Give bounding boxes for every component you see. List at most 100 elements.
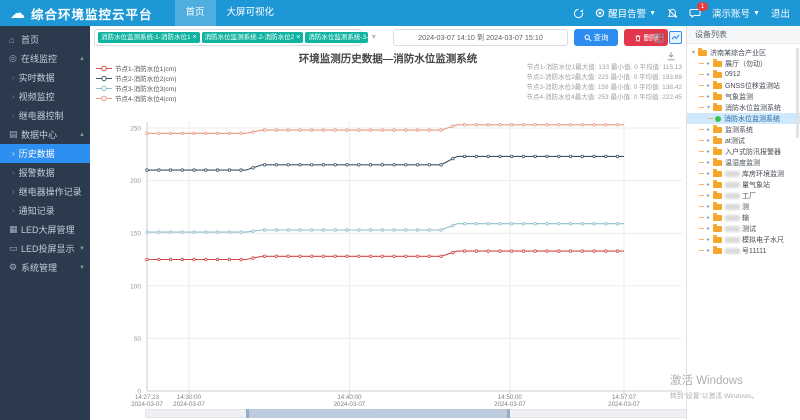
account-menu[interactable]: 演示账号▼ [712, 6, 760, 20]
tree-caret-icon[interactable]: ▸ [705, 137, 712, 144]
tree-node-入户式防汛报警器[interactable]: ▸ 入户式防汛报警器 [687, 146, 800, 157]
datazoom-handle-right[interactable] [507, 409, 510, 418]
refresh-icon[interactable] [573, 8, 584, 19]
tree-node-at测试[interactable]: ▸at测试 [687, 135, 800, 146]
tree-caret-icon[interactable]: ▸ [705, 203, 712, 210]
datazoom-window[interactable] [246, 409, 510, 418]
selected-node-tag[interactable]: 消防水位监测系统-2-消防水位2× [202, 32, 304, 43]
download-icon[interactable] [666, 51, 676, 61]
tag-remove-icon[interactable]: × [193, 32, 197, 43]
toolbox-table-icon[interactable] [652, 31, 665, 44]
tree-caret-icon[interactable]: ▸ [705, 60, 712, 67]
tree-caret-icon[interactable]: ▸ [705, 148, 712, 155]
tree-caret-icon[interactable]: ▾ [690, 49, 697, 56]
sidebar-item-数据中心[interactable]: ▤数据中心▲ [0, 125, 90, 144]
sidebar-item-LED大屏管理[interactable]: ▦LED大屏管理 [0, 220, 90, 239]
tree-connector [699, 140, 704, 141]
tag-remove-icon[interactable]: × [296, 32, 300, 43]
tree-node-label: 量气象站 [742, 180, 770, 190]
tree-node-温湿度监测[interactable]: ▸温湿度监测 [687, 157, 800, 168]
tree-caret-icon[interactable]: ▸ [705, 93, 712, 100]
svg-text:2024-03-07: 2024-03-07 [173, 401, 205, 408]
tree-node-label: 展厅（勿动） [725, 59, 767, 69]
tree-node-工厂[interactable]: ▸工厂 [687, 190, 800, 201]
nav-bigscreen[interactable]: 大屏可视化 [216, 0, 286, 26]
legend-item[interactable]: 节点4-消防水位4(cm) [96, 93, 176, 103]
node-multiselect[interactable]: 消防水位监测系统-1-消防水位1×消防水位监测系统-2-消防水位2×消防水位监测… [94, 29, 362, 46]
tree-node-库房环境监测[interactable]: ▸库房环境监测 [687, 168, 800, 179]
sidebar-item-label: 报警数据 [19, 166, 55, 179]
tree-node-消防水位监测系统[interactable]: ▾消防水位监测系统 [687, 102, 800, 113]
tree-node-量气象站[interactable]: ▸ 量气象站 [687, 179, 800, 190]
selected-node-tag[interactable]: 消防水位监测系统-3-消防水位3▼ [305, 32, 368, 43]
tree-node-模拟电子水尺[interactable]: ▸模拟电子水尺 [687, 234, 800, 245]
query-button[interactable]: 查询 [574, 29, 618, 46]
mute-bell-icon[interactable] [667, 8, 678, 19]
tag-label: 消防水位监测系统-3-消防水位3 [308, 32, 368, 43]
masked-text [725, 182, 740, 188]
tree-node-济南某综合产业区[interactable]: ▾济南某综合产业区 [687, 47, 800, 58]
sidebar-item-继电器控制[interactable]: ›继电器控制 [0, 106, 90, 125]
sidebar-item-系统管理[interactable]: ⚙系统管理▼ [0, 258, 90, 277]
tree-caret-icon[interactable]: ▸ [705, 192, 712, 199]
chevron-up-icon: ▲ [79, 132, 85, 138]
tree-caret-icon[interactable]: ▸ [705, 247, 712, 254]
legend-label: 节点2-消防水位2(cm) [115, 73, 176, 83]
masked-text [725, 204, 740, 210]
tree-caret-icon[interactable]: ▸ [705, 159, 712, 166]
folder-icon [713, 160, 722, 166]
sidebar-item-继电器操作记录[interactable]: ›继电器操作记录 [0, 182, 90, 201]
history-line-chart[interactable]: 05010015020025014:27:232024-03-0714:30:0… [90, 108, 686, 408]
sidebar-item-通知记录[interactable]: ›通知记录 [0, 201, 90, 220]
tree-node-label: GNSS位移监测站 [725, 81, 780, 91]
masked-text [725, 215, 740, 221]
sidebar-item-历史数据[interactable]: ›历史数据 [0, 144, 90, 163]
tree-scrollbar[interactable] [796, 48, 799, 138]
tree-caret-icon[interactable]: ▸ [705, 71, 712, 78]
date-range-input[interactable]: 2024-03-07 14:10 到 2024-03-07 15:10 [393, 29, 568, 46]
tree-node-输[interactable]: ▸输 [687, 212, 800, 223]
sidebar-item-报警数据[interactable]: ›报警数据 [0, 163, 90, 182]
tree-caret-icon[interactable]: ▸ [705, 170, 712, 177]
tree-caret-icon[interactable]: ▸ [705, 181, 712, 188]
sidebar-item-LED投屏显示[interactable]: ▭LED投屏显示▼ [0, 239, 90, 258]
svg-text:14:27:23: 14:27:23 [135, 394, 160, 401]
legend-item[interactable]: 节点2-消防水位2(cm) [96, 73, 176, 83]
tree-node-气象监测[interactable]: ▸气象监测 [687, 91, 800, 102]
sidebar-item-视频监控[interactable]: ›视频监控 [0, 87, 90, 106]
tree-caret-icon[interactable]: ▸ [705, 82, 712, 89]
logout-button[interactable]: 退出 [771, 6, 790, 20]
message-icon[interactable]: 1 [689, 7, 701, 19]
tree-caret-icon[interactable]: ▾ [705, 104, 712, 111]
sidebar-item-首页[interactable]: ⌂首页 [0, 30, 90, 49]
tag-label: 消防水位监测系统-1-消防水位1 [101, 32, 191, 43]
tree-caret-icon[interactable]: ▸ [705, 126, 712, 133]
tree-caret-icon[interactable]: ▸ [705, 236, 712, 243]
tree-connector [699, 107, 704, 108]
tree-node-测[interactable]: ▸测 [687, 201, 800, 212]
tree-caret-icon[interactable]: ▸ [705, 214, 712, 221]
tree-node-号11111[interactable]: ▸号11111 [687, 245, 800, 256]
selected-node-tag[interactable]: 消防水位监测系统-1-消防水位1× [98, 32, 200, 43]
tree-node-消防水位监测系统[interactable]: 消防水位监测系统 [687, 113, 800, 124]
alarm-toggle[interactable]: 醒目告警▼ [595, 6, 656, 20]
toolbox-chart-icon[interactable] [669, 31, 682, 44]
legend-item[interactable]: 节点1-消防水位1(cm) [96, 63, 176, 73]
tree-node-测试[interactable]: ▸测试 [687, 223, 800, 234]
nav-home[interactable]: 首页 [175, 0, 216, 26]
tree-node-监测系统[interactable]: ▸监测系统 [687, 124, 800, 135]
tree-node-GNSS位移监测站[interactable]: ▸ GNSS位移监测站 [687, 80, 800, 91]
legend-item[interactable]: 节点3-消防水位3(cm) [96, 83, 176, 93]
tree-node-label: 入户式防汛报警器 [725, 147, 781, 157]
sidebar-item-在线监控[interactable]: ◎在线监控▲ [0, 49, 90, 68]
datazoom-handle-left[interactable] [246, 409, 249, 418]
message-badge: 1 [697, 2, 708, 11]
tree-node-0912[interactable]: ▸0912 [687, 69, 800, 80]
data-icon: ▤ [9, 129, 21, 140]
tree-caret-icon[interactable]: ▸ [705, 225, 712, 232]
datazoom-slider[interactable] [145, 409, 688, 418]
legend-label: 节点4-消防水位4(cm) [115, 93, 176, 103]
sidebar-item-实时数据[interactable]: ›实时数据 [0, 68, 90, 87]
led-icon: ▦ [9, 224, 21, 235]
tree-node-展厅（勿动）[interactable]: ▸ 展厅（勿动） [687, 58, 800, 69]
